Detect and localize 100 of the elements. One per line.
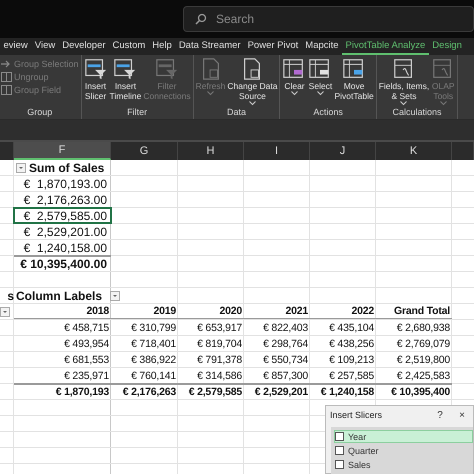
caret-icon xyxy=(248,101,256,106)
ribbon-button[interactable]: Insert Slicer xyxy=(82,57,109,107)
table-cell-text: € 822,403 xyxy=(262,320,309,335)
ribbon-button[interactable]: Insert Timeline xyxy=(108,57,142,107)
ribbon-button[interactable]: Change Data Source xyxy=(226,57,278,107)
table-cell-text: € 2,680,938 xyxy=(396,320,451,335)
total-cell: € 1,870,193 xyxy=(14,383,111,399)
ribbon-button[interactable]: Move PivotTable xyxy=(333,57,375,107)
caret-icon xyxy=(290,91,298,96)
table-cell-text: € 681,553 xyxy=(63,352,110,367)
table-cell-text: € 235,971 xyxy=(63,368,110,383)
ribbon-icon xyxy=(154,57,179,81)
column-label: 2018 xyxy=(14,304,111,319)
column-header[interactable]: F xyxy=(14,142,111,160)
ribbon-tab[interactable]: Power Pivot xyxy=(244,38,302,55)
column-header[interactable]: J xyxy=(310,142,376,160)
table-cell-text: € 314,586 xyxy=(196,368,243,383)
field-label: Quarter xyxy=(348,446,379,456)
table-cell-text: € 386,922 xyxy=(130,352,177,367)
list-item[interactable]: Year xyxy=(334,430,473,443)
grid-icon xyxy=(1,72,12,82)
filter-dropdown-icon[interactable] xyxy=(16,162,26,172)
field-label: Sales xyxy=(348,460,371,470)
table-cell-text: € 257,585 xyxy=(328,368,375,383)
column-label: 2020 xyxy=(178,304,244,319)
ribbon-icon xyxy=(84,57,108,81)
field-header: Sum of Sales xyxy=(29,160,104,174)
help-button[interactable]: ? xyxy=(429,410,451,420)
total-cell: € 2,529,201 xyxy=(244,383,310,399)
table-cell-text: € 298,764 xyxy=(262,336,309,351)
caret-icon xyxy=(440,101,447,106)
table-cell-text: € 435,104 xyxy=(328,320,375,335)
group-label: Data xyxy=(227,107,246,119)
table-cell-text: € 2,769,079 xyxy=(396,336,451,351)
caret-icon xyxy=(400,101,408,106)
group-label: Calculations xyxy=(392,107,442,119)
filter-dropdown-icon[interactable] xyxy=(0,306,10,316)
table-cell-text: € 2,425,583 xyxy=(396,368,451,383)
column-header[interactable]: I xyxy=(244,142,310,160)
table-cell-text: € 109,213 xyxy=(328,352,375,367)
ribbon-tab[interactable]: View xyxy=(31,38,59,55)
table-cell-text: € 653,917 xyxy=(196,320,243,335)
total-cell: € 1,240,158 xyxy=(310,383,376,399)
table-cell-text: € 1,240,158.00 xyxy=(22,240,108,255)
checkbox[interactable] xyxy=(335,460,344,469)
filter-dropdown-icon[interactable] xyxy=(110,290,120,300)
total-cell: € 10,395,400.00 xyxy=(14,255,111,271)
table-cell-text: € 493,954 xyxy=(63,336,110,351)
grid-icon xyxy=(1,85,12,95)
ribbon-icon xyxy=(113,57,138,81)
dialog-title: Insert Slicers xyxy=(330,410,384,420)
column-label: 2019 xyxy=(111,304,178,319)
table-cell-text: € 718,401 xyxy=(130,336,177,351)
search-field[interactable]: Search xyxy=(183,6,474,32)
ribbon-tab[interactable]: eview xyxy=(0,38,32,55)
ribbon-tab[interactable]: Help xyxy=(148,38,176,55)
table-cell-text: € 791,378 xyxy=(196,352,243,367)
table-cell-text: € 2,176,263.00 xyxy=(22,192,108,207)
table-cell: € 2,579,585.00 xyxy=(14,208,111,223)
checkbox[interactable] xyxy=(335,432,344,441)
field-label: Year xyxy=(348,432,366,442)
ribbon-tab[interactable]: Data Streamer xyxy=(175,38,244,55)
group-label: Actions xyxy=(313,107,343,119)
total-cell: € 10,395,400 xyxy=(376,383,452,399)
checkbox[interactable] xyxy=(335,446,344,455)
column-header[interactable]: H xyxy=(178,142,244,160)
close-button[interactable]: × xyxy=(451,410,473,420)
table-cell-text: € 2,529,201.00 xyxy=(22,224,108,239)
ribbon-tab[interactable]: Developer xyxy=(58,38,110,55)
column-header[interactable]: G xyxy=(111,142,178,160)
list-item[interactable]: Sales xyxy=(334,458,473,471)
column-label: Grand Total xyxy=(376,304,452,319)
table-cell-text: € 458,715 xyxy=(63,320,110,335)
list-item[interactable]: Quarter xyxy=(334,444,473,457)
arrow-icon xyxy=(1,59,12,69)
caret-icon xyxy=(316,91,324,96)
ribbon-tab[interactable]: Design xyxy=(428,38,466,55)
ribbon-tab[interactable]: Custom xyxy=(109,38,149,55)
ribbon-button[interactable]: Clear xyxy=(281,57,308,107)
ribbon-button[interactable]: Fields, Items, & Sets xyxy=(378,57,430,107)
field-header: Column Labels xyxy=(16,288,102,302)
caret-icon xyxy=(207,91,214,96)
total-cell: € 2,579,585 xyxy=(178,383,244,399)
table-cell-text: € 857,300 xyxy=(262,368,309,383)
column-label: 2021 xyxy=(244,304,310,319)
ribbon-button[interactable]: Select xyxy=(307,57,334,107)
table-cell-text: € 760,141 xyxy=(130,368,177,383)
search-icon xyxy=(195,13,207,25)
group-label: Group xyxy=(27,107,52,119)
ribbon-tab[interactable]: Mapcite xyxy=(302,38,342,55)
table-cell-text: € 310,799 xyxy=(130,320,177,335)
table-cell-text: € 550,734 xyxy=(262,352,309,367)
column-label: 2022 xyxy=(310,304,376,319)
field-header: s xyxy=(6,288,14,303)
table-cell-text: € 2,519,800 xyxy=(396,352,451,367)
total-cell: € 2,176,263 xyxy=(111,383,178,399)
table-cell-text: € 1,870,193.00 xyxy=(22,176,108,191)
column-header[interactable]: K xyxy=(376,142,452,160)
group-label: Filter xyxy=(127,107,148,119)
table-cell-text: € 438,256 xyxy=(328,336,375,351)
